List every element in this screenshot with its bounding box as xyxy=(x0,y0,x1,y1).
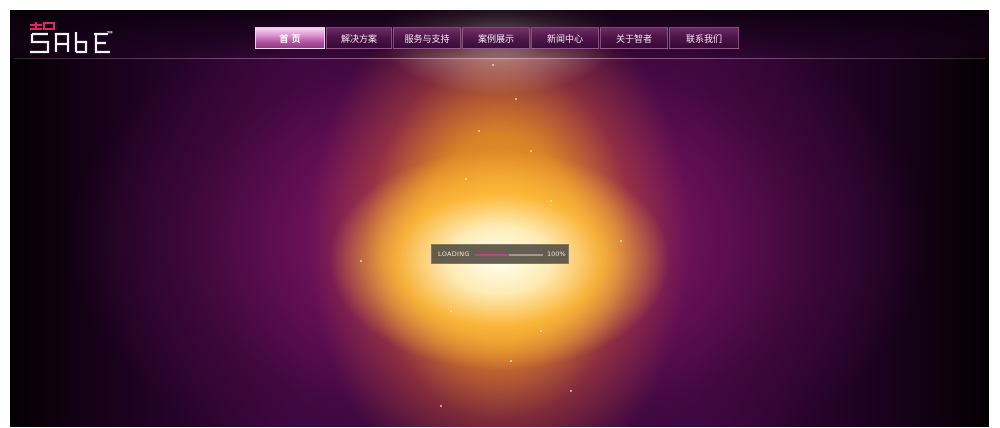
sparkle-dot xyxy=(550,200,552,202)
sparkle-dot xyxy=(360,260,362,262)
nav-item-cases[interactable]: 案例展示 xyxy=(462,27,530,49)
nav-item-service-support[interactable]: 服务与支持 xyxy=(393,27,461,49)
trademark-symbol: ™ xyxy=(106,30,114,39)
sparkle-dot xyxy=(440,405,442,407)
main-nav: 首 页 解决方案 服务与支持 案例展示 新闻中心 关于智者 联系我们 xyxy=(255,27,740,49)
sparkle-dot xyxy=(465,178,467,180)
sparkle-dot xyxy=(510,360,512,362)
intro-stage: ™ 首 页 解决方案 服务与支持 案例展示 新闻中心 关于智者 联系我们 LOA… xyxy=(10,10,989,427)
sparkle-dot xyxy=(478,130,480,132)
sparkle-dot xyxy=(540,330,542,332)
nav-item-news[interactable]: 新闻中心 xyxy=(531,27,599,49)
nav-item-about[interactable]: 关于智者 xyxy=(600,27,668,49)
brand-logo[interactable] xyxy=(28,20,118,54)
sparkle-dot xyxy=(620,240,622,242)
nav-item-contact[interactable]: 联系我们 xyxy=(669,27,739,49)
sparkle-dot xyxy=(515,98,517,100)
nav-item-home[interactable]: 首 页 xyxy=(255,27,325,49)
header-divider xyxy=(14,58,985,59)
sparkle-dot xyxy=(450,310,452,312)
sparkle-dot xyxy=(492,64,494,66)
sparkle-dot xyxy=(570,390,572,392)
sparkle-dot xyxy=(530,150,532,152)
loading-indicator: LOADING 100% xyxy=(431,244,569,264)
loading-percent: 100% xyxy=(547,250,566,258)
loading-label: LOADING xyxy=(438,250,470,258)
loading-progress-track xyxy=(475,254,543,256)
nav-item-solutions[interactable]: 解决方案 xyxy=(326,27,392,49)
loading-progress-fill xyxy=(475,254,509,256)
